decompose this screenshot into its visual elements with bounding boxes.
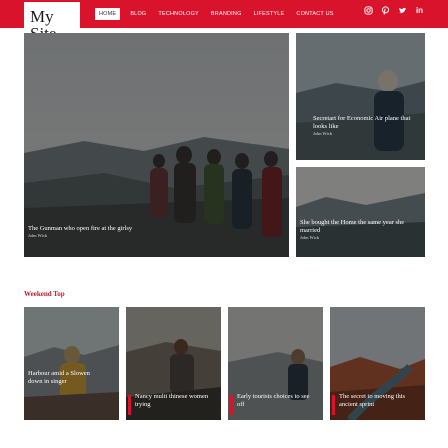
- pinterest-icon[interactable]: [381, 6, 390, 15]
- nav-blog[interactable]: BLOG: [130, 11, 146, 17]
- weekend-cards: Harbour amid a Slowen down in singer Nan…: [24, 307, 425, 420]
- nav-contact-us[interactable]: CONTACT US: [296, 11, 333, 17]
- side-post-2-title[interactable]: She bought the Home the same year she ma…: [300, 219, 422, 234]
- featured-caption: The Gunman who open fire at the girlsy J…: [28, 225, 132, 239]
- linkedin-icon[interactable]: in: [415, 6, 424, 15]
- twitter-icon[interactable]: [398, 6, 407, 15]
- weekend-card-1-title[interactable]: Harbour amid a Slowen down in singer: [28, 370, 98, 385]
- featured-author: John Wick: [28, 233, 48, 238]
- weekend-card-3-caption: Early tourists choices to see off: [237, 393, 317, 412]
- weekend-card-3-title[interactable]: Early tourists choices to see off: [237, 393, 317, 408]
- featured-overlay: [24, 33, 289, 257]
- side-post-2-overlay: [296, 167, 425, 257]
- side-post-1[interactable]: Secretart for Economic Air plane that lo…: [296, 33, 425, 160]
- side-post-2-caption: She bought the Home the same year she ma…: [300, 219, 422, 240]
- weekend-card-2-accent: [128, 395, 131, 415]
- weekend-card-4[interactable]: The secret to moving this ancient sprint: [330, 307, 425, 420]
- main-nav: HOME BLOG TECHNOLOGY BRANDING LIFESTYLE …: [95, 7, 346, 21]
- instagram-icon[interactable]: [364, 6, 373, 15]
- hero-section: The Gunman who open fire at the girlsy J…: [24, 33, 425, 257]
- social-links: in: [364, 6, 424, 15]
- featured-title[interactable]: The Gunman who open fire at the girlsy: [28, 225, 132, 233]
- weekend-card-3-accent: [230, 395, 233, 415]
- nav-home[interactable]: HOME: [95, 8, 121, 20]
- weekend-card-4-accent: [332, 395, 335, 415]
- weekend-card-3[interactable]: Early tourists choices to see off: [228, 307, 323, 420]
- nav-technology[interactable]: TECHNOLOGY: [158, 11, 199, 17]
- side-post-1-title[interactable]: Secretart for Economic Air plane that lo…: [313, 115, 421, 130]
- weekend-card-2[interactable]: Nancy multi thinese women trying: [126, 307, 221, 420]
- side-post-1-caption: Secretart for Economic Air plane that lo…: [313, 115, 421, 136]
- nav-lifestyle[interactable]: LIFESTYLE: [254, 11, 285, 17]
- featured-post[interactable]: The Gunman who open fire at the girlsy J…: [24, 33, 289, 257]
- weekend-card-1-caption: Harbour amid a Slowen down in singer: [28, 370, 98, 412]
- side-post-1-overlay: [296, 33, 425, 160]
- side-post-2[interactable]: She bought the Home the same year she ma…: [296, 167, 425, 257]
- side-post-1-author: John Wick: [313, 131, 333, 136]
- weekend-card-4-title[interactable]: The secret to moving this ancient sprint: [339, 393, 421, 408]
- side-post-2-author: John Wick: [300, 235, 320, 240]
- weekend-top-heading: Weekend Top: [24, 290, 65, 298]
- weekend-card-2-caption: Nancy multi thinese women trying: [135, 393, 215, 412]
- weekend-card-2-title[interactable]: Nancy multi thinese women trying: [135, 393, 215, 408]
- weekend-card-4-caption: The secret to moving this ancient sprint: [339, 393, 421, 412]
- logo-line-1: My: [30, 7, 54, 26]
- weekend-card-1[interactable]: Harbour amid a Slowen down in singer: [24, 307, 119, 420]
- nav-branding[interactable]: BRANDING: [211, 11, 242, 17]
